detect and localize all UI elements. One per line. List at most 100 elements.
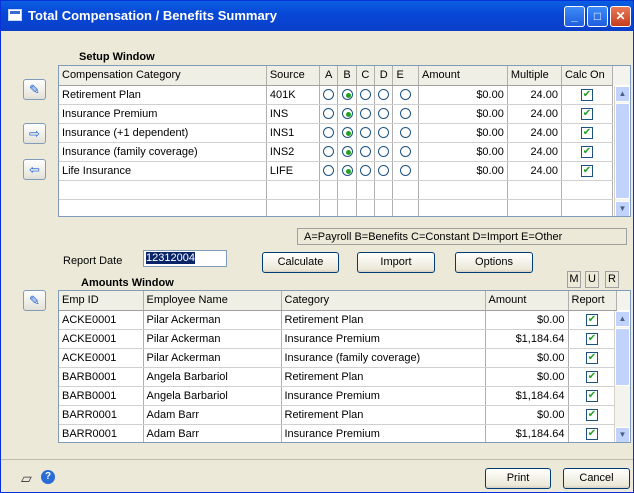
report-checkbox[interactable]: ✔: [586, 332, 598, 345]
multiple-cell[interactable]: 24.00: [507, 161, 562, 181]
radio-a[interactable]: [323, 127, 335, 139]
report-cell[interactable]: ✔: [568, 348, 617, 368]
option-d-cell[interactable]: [374, 123, 394, 143]
report-checkbox[interactable]: ✔: [586, 351, 598, 364]
amount-cell[interactable]: $1,184.64: [485, 329, 569, 349]
option-c-cell[interactable]: [356, 123, 376, 143]
category-cell[interactable]: Retirement Plan: [281, 310, 486, 330]
report-checkbox[interactable]: ✔: [586, 389, 598, 402]
emp-id-cell[interactable]: ACKE0001: [59, 348, 144, 368]
report-cell[interactable]: ✔: [568, 367, 617, 387]
emp-id-cell[interactable]: ACKE0001: [59, 310, 144, 330]
category-cell[interactable]: Retirement Plan: [281, 405, 486, 425]
option-e-cell[interactable]: [392, 85, 419, 105]
maximize-button[interactable]: □: [587, 6, 608, 27]
emp-id-cell[interactable]: ACKE0001: [59, 329, 144, 349]
category-cell[interactable]: Insurance Premium: [281, 386, 486, 406]
import-button[interactable]: Import: [357, 252, 435, 273]
report-checkbox[interactable]: ✔: [586, 427, 598, 440]
option-a-cell[interactable]: [319, 142, 339, 162]
category-cell[interactable]: Insurance (family coverage): [281, 348, 486, 368]
amount-cell[interactable]: $0.00: [485, 348, 569, 368]
amount-cell[interactable]: $0.00: [418, 161, 508, 181]
category-cell[interactable]: Retirement Plan: [59, 85, 267, 105]
setup-row[interactable]: Insurance (+1 dependent) INS1 $0.00 24.00 ✔: [59, 123, 630, 143]
setup-scrollbar[interactable]: ▲ ▼: [614, 86, 630, 216]
multiple-cell[interactable]: 24.00: [507, 85, 562, 105]
setup-row[interactable]: Retirement Plan 401K $0.00 24.00 ✔: [59, 85, 630, 105]
option-b-cell[interactable]: [337, 104, 357, 124]
radio-a[interactable]: [323, 146, 335, 158]
option-e-cell[interactable]: [392, 142, 419, 162]
radio-c[interactable]: [359, 89, 371, 101]
calc-on-checkbox[interactable]: ✔: [581, 164, 593, 177]
employee-name-cell[interactable]: Pilar Ackerman: [143, 310, 282, 330]
close-button[interactable]: ✕: [610, 6, 631, 27]
radio-e[interactable]: [400, 165, 412, 177]
setup-empty-row[interactable]: [59, 199, 630, 216]
emp-id-cell[interactable]: BARB0001: [59, 386, 144, 406]
category-cell[interactable]: Retirement Plan: [281, 367, 486, 387]
source-cell[interactable]: INS2: [266, 142, 320, 162]
option-d-cell[interactable]: [374, 85, 394, 105]
radio-a[interactable]: [323, 108, 335, 120]
option-b-cell[interactable]: [337, 142, 357, 162]
calculate-button[interactable]: Calculate: [262, 252, 339, 273]
scroll-up-icon[interactable]: ▲: [615, 86, 630, 102]
option-d-cell[interactable]: [374, 142, 394, 162]
options-button[interactable]: Options: [455, 252, 533, 273]
option-e-cell[interactable]: [392, 104, 419, 124]
employee-name-cell[interactable]: Adam Barr: [143, 405, 282, 425]
radio-e[interactable]: [400, 89, 412, 101]
help-icon[interactable]: ?: [41, 470, 55, 484]
emp-id-cell[interactable]: BARB0001: [59, 367, 144, 387]
minimize-button[interactable]: _: [564, 6, 585, 27]
report-checkbox[interactable]: ✔: [586, 313, 598, 326]
calc-on-cell[interactable]: ✔: [561, 161, 614, 181]
radio-a[interactable]: [323, 89, 335, 101]
calc-on-cell[interactable]: ✔: [561, 85, 614, 105]
amount-cell[interactable]: $0.00: [418, 123, 508, 143]
scroll-thumb[interactable]: [615, 103, 630, 199]
source-cell[interactable]: INS1: [266, 123, 320, 143]
calc-on-checkbox[interactable]: ✔: [581, 107, 593, 120]
option-e-cell[interactable]: [392, 161, 419, 181]
calc-on-checkbox[interactable]: ✔: [581, 145, 593, 158]
emp-id-cell[interactable]: BARR0001: [59, 424, 144, 442]
option-a-cell[interactable]: [319, 85, 339, 105]
emp-id-cell[interactable]: BARR0001: [59, 405, 144, 425]
option-c-cell[interactable]: [356, 142, 376, 162]
calc-on-checkbox[interactable]: ✔: [581, 88, 593, 101]
report-cell[interactable]: ✔: [568, 310, 617, 330]
option-e-cell[interactable]: [392, 123, 419, 143]
setup-row[interactable]: Insurance Premium INS $0.00 24.00 ✔: [59, 104, 630, 124]
report-cell[interactable]: ✔: [568, 424, 617, 442]
radio-b[interactable]: [341, 89, 353, 101]
radio-d[interactable]: [378, 108, 390, 120]
redisplay-button[interactable]: R: [605, 271, 619, 288]
setup-edit-button[interactable]: ✎: [23, 79, 46, 100]
option-a-cell[interactable]: [319, 123, 339, 143]
remove-button[interactable]: ⇦: [23, 159, 46, 180]
unmark-button[interactable]: U: [585, 271, 599, 288]
amount-cell[interactable]: $1,184.64: [485, 386, 569, 406]
option-d-cell[interactable]: [374, 161, 394, 181]
report-cell[interactable]: ✔: [568, 386, 617, 406]
radio-e[interactable]: [400, 146, 412, 158]
radio-a[interactable]: [323, 165, 335, 177]
option-c-cell[interactable]: [356, 104, 376, 124]
radio-d[interactable]: [378, 127, 390, 139]
setup-row[interactable]: Insurance (family coverage) INS2 $0.00 24.0…: [59, 142, 630, 162]
report-cell[interactable]: ✔: [568, 329, 617, 349]
amounts-row[interactable]: BARB0001 Angela Barbariol Insurance Premiu…: [59, 386, 630, 406]
employee-name-cell[interactable]: Angela Barbariol: [143, 386, 282, 406]
employee-name-cell[interactable]: Angela Barbariol: [143, 367, 282, 387]
category-cell[interactable]: Insurance Premium: [59, 104, 267, 124]
scroll-thumb[interactable]: [615, 328, 630, 386]
multiple-cell[interactable]: 24.00: [507, 104, 562, 124]
option-d-cell[interactable]: [374, 104, 394, 124]
option-c-cell[interactable]: [356, 161, 376, 181]
amount-cell[interactable]: $0.00: [485, 367, 569, 387]
option-a-cell[interactable]: [319, 161, 339, 181]
amounts-row[interactable]: BARR0001 Adam Barr Retirement Plan $0.00 ✔: [59, 405, 630, 425]
